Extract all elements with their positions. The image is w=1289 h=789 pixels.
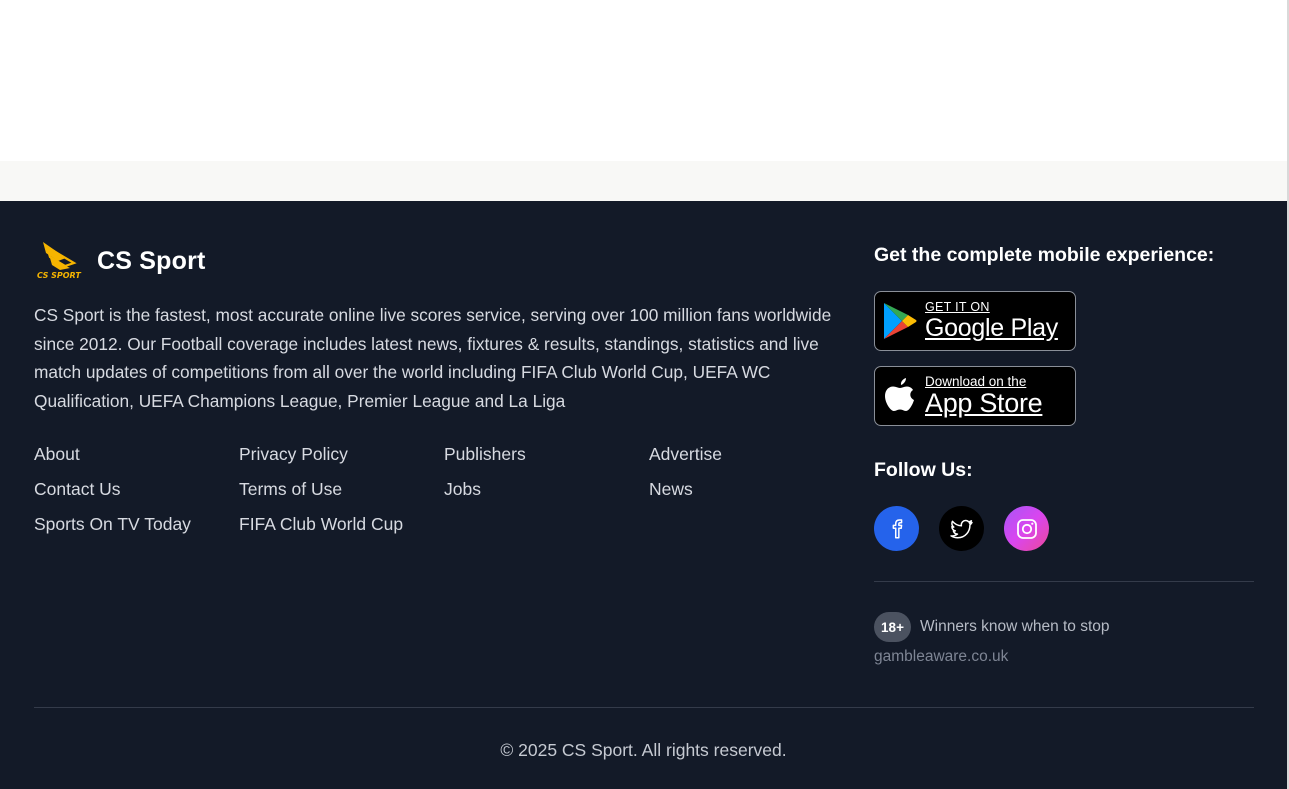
link-terms-of-use[interactable]: Terms of Use bbox=[239, 479, 444, 500]
follow-us-title: Follow Us: bbox=[874, 459, 973, 481]
link-about[interactable]: About bbox=[34, 444, 239, 465]
content-area-blank bbox=[0, 0, 1289, 161]
site-footer: CS SPORT CS Sport CS Sport is the fastes… bbox=[0, 201, 1287, 789]
responsible-gambling-message: Winners know when to stop bbox=[920, 618, 1110, 635]
twitter-button[interactable] bbox=[939, 506, 984, 551]
divider-right bbox=[874, 581, 1254, 582]
link-contact-us[interactable]: Contact Us bbox=[34, 479, 239, 500]
site-description: CS Sport is the fastest, most accurate o… bbox=[34, 305, 832, 411]
instagram-button[interactable] bbox=[1004, 506, 1049, 551]
instagram-icon bbox=[1016, 518, 1037, 539]
logo-swoosh-icon: CS SPORT bbox=[37, 242, 81, 280]
google-play-small-label: GET IT ON bbox=[925, 299, 990, 314]
link-news[interactable]: News bbox=[649, 479, 854, 500]
facebook-icon bbox=[892, 518, 902, 538]
copyright-text: © 2025 CS Sport. All rights reserved. bbox=[500, 740, 787, 760]
link-sports-on-tv-today[interactable]: Sports On TV Today bbox=[34, 514, 239, 535]
mobile-experience-title: Get the complete mobile experience: bbox=[874, 244, 1215, 266]
footer-links: About Privacy Policy Publishers Advertis… bbox=[34, 444, 854, 535]
link-publishers[interactable]: Publishers bbox=[444, 444, 649, 465]
link-jobs[interactable]: Jobs bbox=[444, 479, 649, 500]
app-store-small-label: Download on the bbox=[925, 373, 1027, 389]
app-store-big-label: App Store bbox=[925, 388, 1043, 419]
link-advertise[interactable]: Advertise bbox=[649, 444, 854, 465]
app-store-button[interactable]: Download on the App Store bbox=[874, 366, 1076, 426]
page-separator-strip bbox=[0, 161, 1289, 201]
facebook-button[interactable] bbox=[874, 506, 919, 551]
divider-bottom bbox=[34, 707, 1254, 708]
age-18-badge: 18+ bbox=[874, 612, 911, 642]
apple-icon bbox=[875, 376, 925, 416]
link-privacy-policy[interactable]: Privacy Policy bbox=[239, 444, 444, 465]
google-play-button[interactable]: GET IT ON Google Play bbox=[874, 291, 1076, 351]
link-fifa-club-world-cup[interactable]: FIFA Club World Cup bbox=[239, 514, 444, 535]
logo-text: CS SPORT bbox=[37, 271, 81, 280]
cs-sport-logo: CS SPORT bbox=[34, 241, 84, 281]
twitter-icon bbox=[949, 519, 973, 539]
brand-name: CS Sport bbox=[97, 246, 206, 275]
google-play-icon bbox=[875, 301, 925, 341]
brand[interactable]: CS SPORT CS Sport bbox=[34, 241, 206, 281]
google-play-big-label: Google Play bbox=[925, 314, 1058, 343]
gambleaware-link[interactable]: gambleaware.co.uk bbox=[874, 648, 1008, 666]
